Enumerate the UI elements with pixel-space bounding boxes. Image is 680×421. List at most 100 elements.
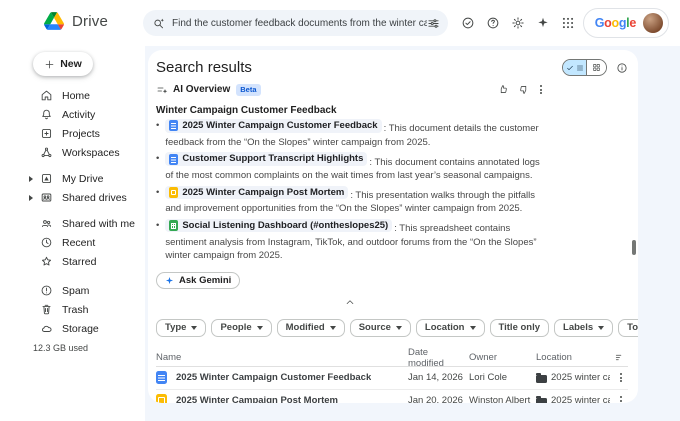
home-icon: [40, 89, 53, 102]
ask-gemini-button[interactable]: Ask Gemini: [156, 272, 240, 289]
column-header-owner[interactable]: Owner: [469, 352, 532, 363]
table-header-row: Name Date modified Owner Location: [156, 347, 628, 367]
avatar[interactable]: [643, 13, 663, 33]
sidebar-item-shared-drives[interactable]: Shared drives: [0, 188, 145, 207]
settings-button[interactable]: [511, 16, 525, 30]
sidebar-item-my-drive[interactable]: My Drive: [0, 169, 145, 188]
sidebar-item-trash[interactable]: Trash: [0, 300, 145, 319]
filter-labels[interactable]: Labels: [554, 319, 613, 337]
help-icon: [486, 16, 500, 30]
sidebar-item-home[interactable]: Home: [0, 86, 145, 105]
owner-name: Lori Cole: [469, 372, 507, 383]
offline-status-button[interactable]: [461, 16, 475, 30]
sidebar-item-workspaces[interactable]: Workspaces: [0, 143, 145, 162]
doc-link-chip[interactable]: Social Listening Dashboard (#ontheslopes…: [165, 219, 392, 233]
expand-arrow-icon[interactable]: [29, 176, 33, 182]
collapse-ai-overview-button[interactable]: [340, 293, 360, 308]
ai-overview-heading: Winter Campaign Customer Feedback: [156, 105, 544, 116]
details-button[interactable]: [616, 62, 628, 74]
column-header-location[interactable]: Location: [536, 352, 610, 363]
sidebar-item-label: Home: [62, 90, 90, 102]
thumbs-up-button[interactable]: [498, 84, 509, 95]
doc-link-label: 2025 Winter Campaign Customer Feedback: [182, 119, 377, 133]
star-icon: [40, 255, 53, 268]
search-bar[interactable]: [143, 10, 448, 36]
table-row[interactable]: 2025 Winter Campaign Customer Feedback J…: [156, 367, 628, 390]
location-name: 2025 winter cam: [551, 395, 610, 403]
new-button[interactable]: New: [33, 52, 93, 76]
row-more-button[interactable]: [614, 394, 628, 403]
expand-arrow-icon[interactable]: [29, 195, 33, 201]
tune-icon: [427, 17, 440, 30]
account-chip[interactable]: Google: [583, 8, 669, 38]
chevron-down-icon: [191, 326, 197, 330]
thumbs-down-button[interactable]: [518, 84, 529, 95]
search-options-button[interactable]: [427, 17, 440, 30]
gemini-button[interactable]: [536, 16, 550, 30]
sidebar-item-starred[interactable]: Starred: [0, 252, 145, 271]
sidebar-item-label: Shared drives: [62, 192, 127, 204]
storage-used: 12.3 GB used: [33, 343, 145, 353]
sidebar-item-label: Starred: [62, 256, 96, 268]
new-button-label: New: [60, 58, 82, 70]
filter-label: To do: [627, 322, 638, 333]
sidebar-item-label: Storage: [62, 323, 99, 335]
filter-location[interactable]: Location: [416, 319, 485, 337]
list-view-icon: [576, 64, 584, 72]
sort-icon[interactable]: [614, 352, 625, 363]
chevron-down-icon: [598, 326, 604, 330]
search-input[interactable]: [172, 18, 427, 29]
ai-overview-label: AI Overview: [173, 84, 230, 95]
doc-link-label: Customer Support Transcript Highlights: [182, 152, 363, 166]
ai-overview-bullets: • 2025 Winter Campaign Customer Feedback…: [156, 119, 544, 263]
ai-overview-icon: [156, 84, 168, 96]
filter-source[interactable]: Source: [350, 319, 411, 337]
sidebar-item-shared-with-me[interactable]: Shared with me: [0, 214, 145, 233]
plus-icon: [44, 59, 55, 70]
slides-file-icon: [169, 187, 178, 198]
scrollbar-thumb[interactable]: [632, 240, 636, 255]
location-chip[interactable]: 2025 winter cam: [536, 395, 610, 403]
filter-to-do[interactable]: To do: [618, 319, 638, 337]
filter-people[interactable]: People: [211, 319, 271, 337]
shared-drives-icon: [40, 191, 53, 204]
filter-type[interactable]: Type: [156, 319, 206, 337]
grid-view-button[interactable]: [586, 60, 606, 75]
sidebar-item-recent[interactable]: Recent: [0, 233, 145, 252]
docs-file-icon: [156, 371, 167, 384]
sidebar-item-activity[interactable]: Activity: [0, 105, 145, 124]
sidebar-item-spam[interactable]: Spam: [0, 281, 145, 300]
column-header-modified[interactable]: Date modified: [408, 347, 465, 369]
sidebar-item-label: Projects: [62, 128, 100, 140]
table-row[interactable]: 2025 Winter Campaign Post Mortem Jan 20,…: [156, 390, 628, 404]
doc-link-chip[interactable]: Customer Support Transcript Highlights: [165, 152, 367, 166]
row-more-button[interactable]: [614, 371, 628, 384]
ai-overview-more-button[interactable]: [538, 83, 544, 96]
column-header-name[interactable]: Name: [156, 352, 404, 363]
doc-link-chip[interactable]: 2025 Winter Campaign Customer Feedback: [165, 119, 381, 133]
workspaces-icon: [40, 146, 53, 159]
offline-status-icon: [461, 16, 475, 30]
thumbs-up-icon: [498, 84, 509, 95]
sidebar-item-label: Recent: [62, 237, 95, 249]
bullet-icon: •: [156, 119, 159, 149]
results-card: Search results: [148, 50, 638, 403]
filter-label: Title only: [499, 322, 541, 333]
shared-with-me-icon: [40, 217, 53, 230]
google-logo: Google: [595, 16, 636, 30]
chevron-down-icon: [470, 326, 476, 330]
apps-button[interactable]: [561, 16, 575, 30]
drive-brand[interactable]: Drive: [44, 12, 108, 30]
doc-link-chip[interactable]: 2025 Winter Campaign Post Mortem: [165, 186, 348, 200]
spam-icon: [40, 284, 53, 297]
filter-modified[interactable]: Modified: [277, 319, 345, 337]
list-view-button[interactable]: [563, 60, 586, 75]
thumbs-down-icon: [518, 84, 529, 95]
filter-label: Type: [165, 322, 186, 333]
sidebar-item-projects[interactable]: Projects: [0, 124, 145, 143]
gemini-sparkle-icon: [536, 16, 550, 30]
filter-title-only[interactable]: Title only: [490, 319, 550, 337]
help-button[interactable]: [486, 16, 500, 30]
location-chip[interactable]: 2025 winter cam: [536, 372, 610, 383]
sidebar-item-storage[interactable]: Storage: [0, 319, 145, 338]
